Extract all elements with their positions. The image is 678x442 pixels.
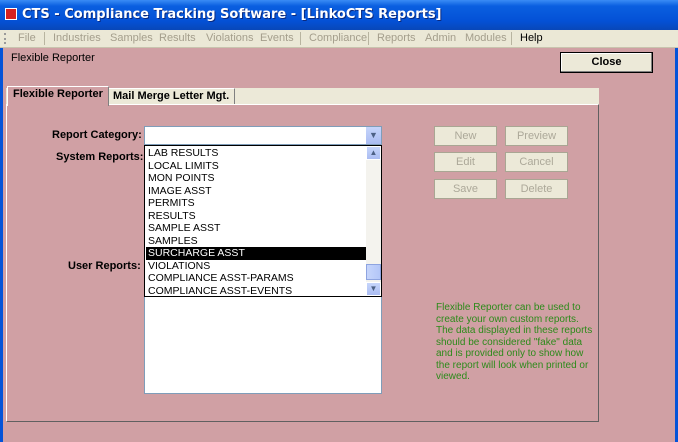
dropdown-item[interactable]: LAB RESULTS (146, 147, 367, 160)
dropdown-item[interactable]: RESULTS (146, 210, 367, 223)
close-button[interactable]: Close (560, 52, 653, 73)
dropdown-item[interactable]: COMPLIANCE ASST-EVENTS (146, 285, 367, 296)
app-icon (5, 8, 17, 20)
help-note: Flexible Reporter can be used to create … (436, 302, 593, 382)
dropdown-item[interactable]: SAMPLES (146, 235, 367, 248)
tab-flexible-reporter[interactable]: Flexible Reporter (7, 86, 109, 106)
cancel-button[interactable]: Cancel (505, 152, 568, 172)
chevron-down-icon[interactable]: ▼ (365, 127, 381, 144)
menu-events[interactable]: Events (260, 32, 294, 44)
user-reports-label: User Reports: (68, 260, 141, 272)
dropdown-item[interactable]: IMAGE ASST (146, 185, 367, 198)
delete-button[interactable]: Delete (505, 179, 568, 199)
window-frame-left (0, 30, 3, 442)
menu-file[interactable]: File (18, 32, 36, 44)
menu-results[interactable]: Results (159, 32, 196, 44)
dropdown-item[interactable]: VIOLATIONS (146, 260, 367, 273)
menu-bar: File Industries Samples Results Violatio… (0, 30, 678, 48)
menu-violations[interactable]: Violations (206, 32, 254, 44)
preview-button[interactable]: Preview (505, 126, 568, 146)
menu-separator (44, 32, 45, 45)
menu-industries[interactable]: Industries (53, 32, 101, 44)
menu-grip-icon[interactable] (4, 33, 9, 44)
dropdown-item-selected[interactable]: SURCHARGE ASST (146, 247, 367, 260)
menu-help[interactable]: Help (520, 32, 543, 44)
dropdown-item[interactable]: COMPLIANCE ASST-PARAMS (146, 272, 367, 285)
save-button[interactable]: Save (434, 179, 497, 199)
menu-compliance[interactable]: Compliance (309, 32, 367, 44)
edit-button[interactable]: Edit (434, 152, 497, 172)
menu-separator (300, 32, 301, 45)
system-reports-label: System Reports: (56, 151, 144, 163)
menu-samples[interactable]: Samples (110, 32, 153, 44)
menu-separator (368, 32, 369, 45)
scrollbar-thumb[interactable] (366, 264, 381, 280)
section-label: Flexible Reporter (11, 52, 95, 64)
dropdown-item[interactable]: MON POINTS (146, 172, 367, 185)
scroll-down-icon[interactable]: ▼ (366, 282, 381, 296)
menu-reports[interactable]: Reports (377, 32, 416, 44)
dropdown-item[interactable]: PERMITS (146, 197, 367, 210)
new-button[interactable]: New (434, 126, 497, 146)
report-category-dropdown[interactable]: LAB RESULTS LOCAL LIMITS MON POINTS IMAG… (144, 145, 382, 297)
menu-admin[interactable]: Admin (425, 32, 456, 44)
dropdown-item[interactable]: LOCAL LIMITS (146, 160, 367, 173)
title-bar: CTS - Compliance Tracking Software - [Li… (0, 0, 678, 30)
tab-mail-merge-letter-mgt[interactable]: Mail Merge Letter Mgt. (107, 88, 236, 104)
menu-separator (511, 32, 512, 45)
dropdown-scrollbar[interactable]: ▲ ▼ (366, 146, 381, 296)
scroll-up-icon[interactable]: ▲ (366, 146, 381, 160)
window-title: CTS - Compliance Tracking Software - [Li… (22, 7, 442, 22)
menu-modules[interactable]: Modules (465, 32, 507, 44)
dropdown-item[interactable]: SAMPLE ASST (146, 222, 367, 235)
report-category-label: Report Category: (52, 129, 142, 141)
report-category-select[interactable]: ▼ (144, 126, 382, 145)
